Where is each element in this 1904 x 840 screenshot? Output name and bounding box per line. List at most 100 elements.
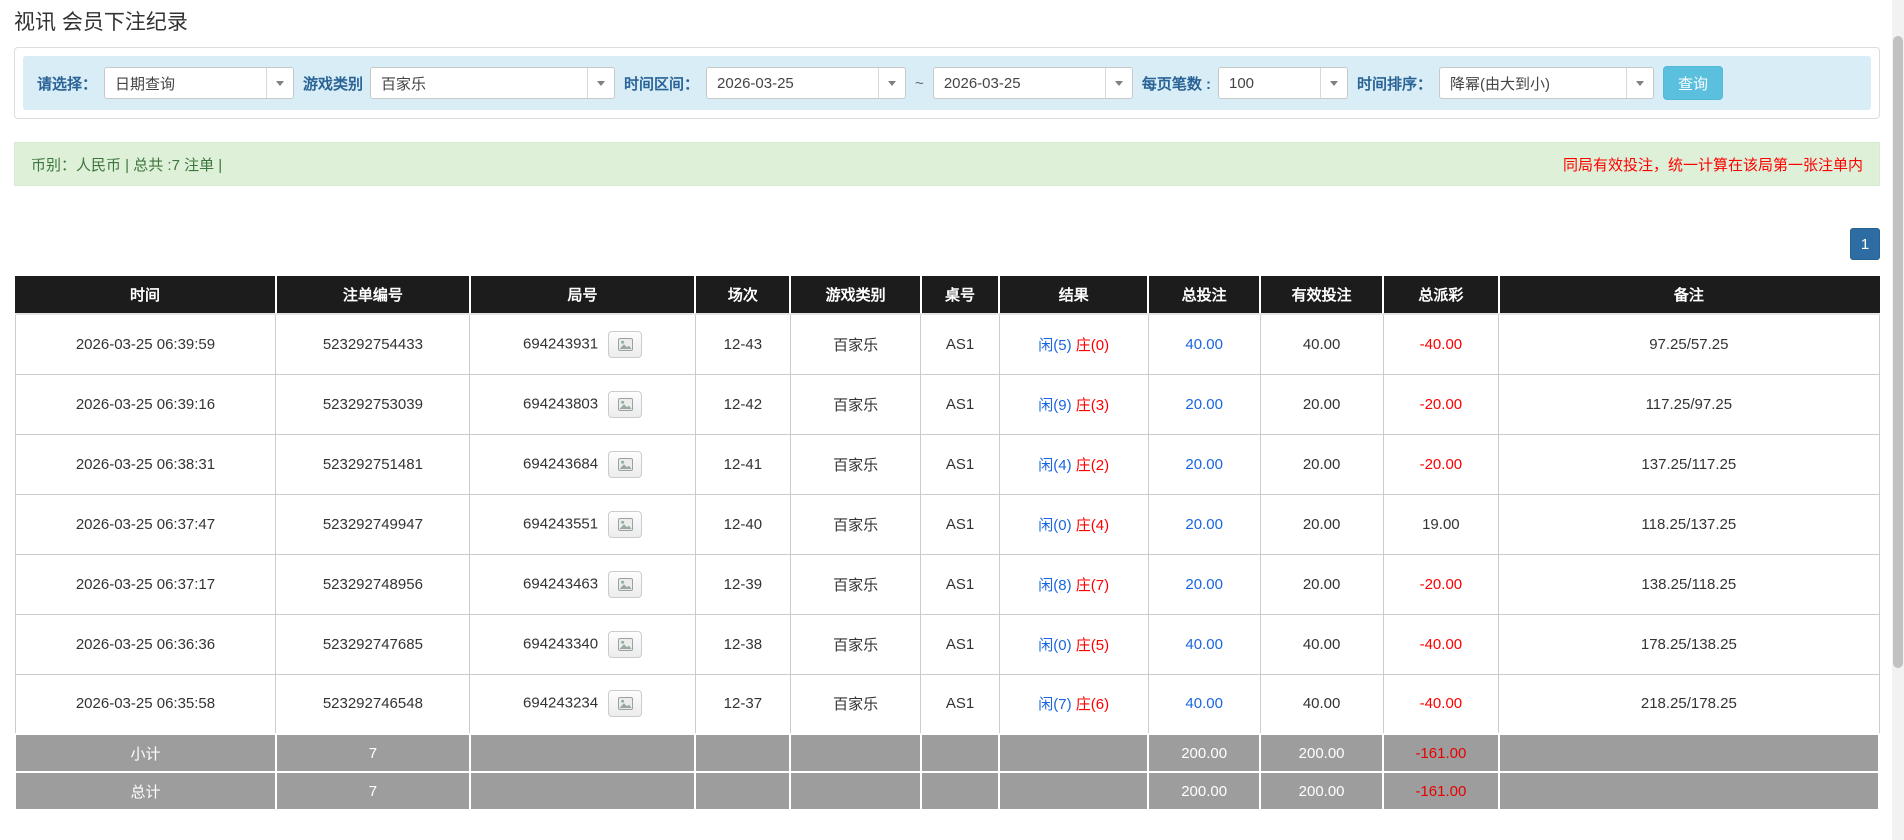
result-banker: 庄(3) xyxy=(1072,397,1110,414)
result-player: 闲(0) xyxy=(1038,637,1071,654)
filter-bar: 请选择： 日期查询 游戏类别 百家乐 时间区间： 2026-03-25 xyxy=(23,56,1871,110)
cell-table-no: AS1 xyxy=(921,374,999,434)
scrollbar-track[interactable] xyxy=(1892,0,1904,840)
page-button-1[interactable]: 1 xyxy=(1850,228,1880,260)
cell-total-bet[interactable]: 40.00 xyxy=(1148,314,1260,374)
chevron-down-icon[interactable] xyxy=(266,68,293,98)
game-type-select[interactable]: 百家乐 xyxy=(370,67,615,99)
table-row: 2026-03-25 06:36:36523292747685694243340… xyxy=(15,614,1879,674)
date-range-group: 时间区间： 2026-03-25 xyxy=(624,67,906,99)
cell-table-no: AS1 xyxy=(921,434,999,494)
round-id-value: 694243931 xyxy=(523,335,598,352)
cell-payout: -20.00 xyxy=(1383,374,1499,434)
cell-game-type: 百家乐 xyxy=(790,434,920,494)
cell-table-no: AS1 xyxy=(921,494,999,554)
round-id-value: 694243684 xyxy=(523,455,598,472)
cell-valid-bet: 40.00 xyxy=(1260,674,1383,734)
cell-session: 12-39 xyxy=(695,554,790,614)
cell-total-bet[interactable]: 20.00 xyxy=(1148,374,1260,434)
result-banker: 庄(2) xyxy=(1072,457,1110,474)
total-payout: -161.00 xyxy=(1383,772,1499,810)
query-type-group: 请选择： 日期查询 xyxy=(37,67,294,99)
round-snapshot-button[interactable] xyxy=(608,451,642,478)
round-snapshot-button[interactable] xyxy=(608,511,642,538)
photo-icon xyxy=(618,697,633,710)
column-header: 有效投注 xyxy=(1260,276,1383,314)
table-row: 2026-03-25 06:39:16523292753039694243803… xyxy=(15,374,1879,434)
subtotal-count: 7 xyxy=(276,734,470,772)
cell-result: 闲(0) 庄(4) xyxy=(999,494,1148,554)
cell-game-type: 百家乐 xyxy=(790,614,920,674)
cell-time: 2026-03-25 06:37:47 xyxy=(15,494,276,554)
query-button[interactable]: 查询 xyxy=(1663,66,1723,100)
cell-game-type: 百家乐 xyxy=(790,494,920,554)
round-snapshot-button[interactable] xyxy=(608,690,642,717)
cell-total-bet[interactable]: 20.00 xyxy=(1148,554,1260,614)
total-total-bet: 200.00 xyxy=(1148,772,1260,810)
cell-payout: 19.00 xyxy=(1383,494,1499,554)
game-type-group: 游戏类别 百家乐 xyxy=(303,67,615,99)
cell-time: 2026-03-25 06:39:59 xyxy=(15,314,276,374)
cell-total-bet[interactable]: 40.00 xyxy=(1148,674,1260,734)
chevron-down-icon[interactable] xyxy=(878,68,905,98)
cell-remark: 137.25/117.25 xyxy=(1499,434,1879,494)
result-banker: 庄(0) xyxy=(1072,337,1110,354)
filter-panel: 请选择： 日期查询 游戏类别 百家乐 时间区间： 2026-03-25 xyxy=(14,47,1880,119)
sort-group: 时间排序： 降幂(由大到小) xyxy=(1357,67,1654,99)
page-size-select[interactable]: 100 xyxy=(1218,67,1348,99)
column-header: 场次 xyxy=(695,276,790,314)
cell-total-bet[interactable]: 20.00 xyxy=(1148,434,1260,494)
cell-remark: 218.25/178.25 xyxy=(1499,674,1879,734)
bet-records-table: 时间注单编号局号场次游戏类别桌号结果总投注有效投注总派彩备注 2026-03-2… xyxy=(14,276,1880,811)
column-header: 时间 xyxy=(15,276,276,314)
chevron-down-icon[interactable] xyxy=(1105,68,1132,98)
page-size-label: 每页笔数 : xyxy=(1142,73,1211,94)
cell-result: 闲(9) 庄(3) xyxy=(999,374,1148,434)
cell-round-id: 694243931 xyxy=(470,314,696,374)
query-type-select[interactable]: 日期查询 xyxy=(104,67,294,99)
date-from-select[interactable]: 2026-03-25 xyxy=(706,67,906,99)
cell-round-id: 694243234 xyxy=(470,674,696,734)
cell-round-id: 694243684 xyxy=(470,434,696,494)
cell-table-no: AS1 xyxy=(921,554,999,614)
sort-select[interactable]: 降幂(由大到小) xyxy=(1439,67,1654,99)
cell-time: 2026-03-25 06:39:16 xyxy=(15,374,276,434)
round-snapshot-button[interactable] xyxy=(608,391,642,418)
column-header: 局号 xyxy=(470,276,696,314)
cell-bet-id: 523292753039 xyxy=(276,374,470,434)
chevron-down-icon[interactable] xyxy=(1626,68,1653,98)
result-banker: 庄(6) xyxy=(1072,696,1110,713)
cell-game-type: 百家乐 xyxy=(790,314,920,374)
result-banker: 庄(5) xyxy=(1072,637,1110,654)
cell-bet-id: 523292746548 xyxy=(276,674,470,734)
result-banker: 庄(4) xyxy=(1072,517,1110,534)
cell-remark: 117.25/97.25 xyxy=(1499,374,1879,434)
cell-session: 12-41 xyxy=(695,434,790,494)
cell-payout: -40.00 xyxy=(1383,674,1499,734)
table-row: 2026-03-25 06:35:58523292746548694243234… xyxy=(15,674,1879,734)
cell-time: 2026-03-25 06:36:36 xyxy=(15,614,276,674)
total-row: 总计 7 200.00 200.00 -161.00 xyxy=(15,772,1879,810)
chevron-down-icon[interactable] xyxy=(1320,68,1347,98)
round-snapshot-button[interactable] xyxy=(608,571,642,598)
sort-value: 降幂(由大到小) xyxy=(1440,73,1626,94)
cell-total-bet[interactable]: 40.00 xyxy=(1148,614,1260,674)
cell-table-no: AS1 xyxy=(921,314,999,374)
date-to-select[interactable]: 2026-03-25 xyxy=(933,67,1133,99)
round-snapshot-button[interactable] xyxy=(608,631,642,658)
column-header: 备注 xyxy=(1499,276,1879,314)
cell-round-id: 694243463 xyxy=(470,554,696,614)
round-snapshot-button[interactable] xyxy=(608,331,642,358)
result-player: 闲(9) xyxy=(1038,397,1071,414)
cell-total-bet[interactable]: 20.00 xyxy=(1148,494,1260,554)
cell-session: 12-38 xyxy=(695,614,790,674)
chevron-down-icon[interactable] xyxy=(587,68,614,98)
cell-round-id: 694243551 xyxy=(470,494,696,554)
round-id-value: 694243551 xyxy=(523,515,598,532)
column-header: 总派彩 xyxy=(1383,276,1499,314)
scrollbar-thumb[interactable] xyxy=(1893,36,1903,668)
round-id-value: 694243234 xyxy=(523,695,598,712)
column-header: 桌号 xyxy=(921,276,999,314)
cell-valid-bet: 20.00 xyxy=(1260,434,1383,494)
photo-icon xyxy=(618,638,633,651)
